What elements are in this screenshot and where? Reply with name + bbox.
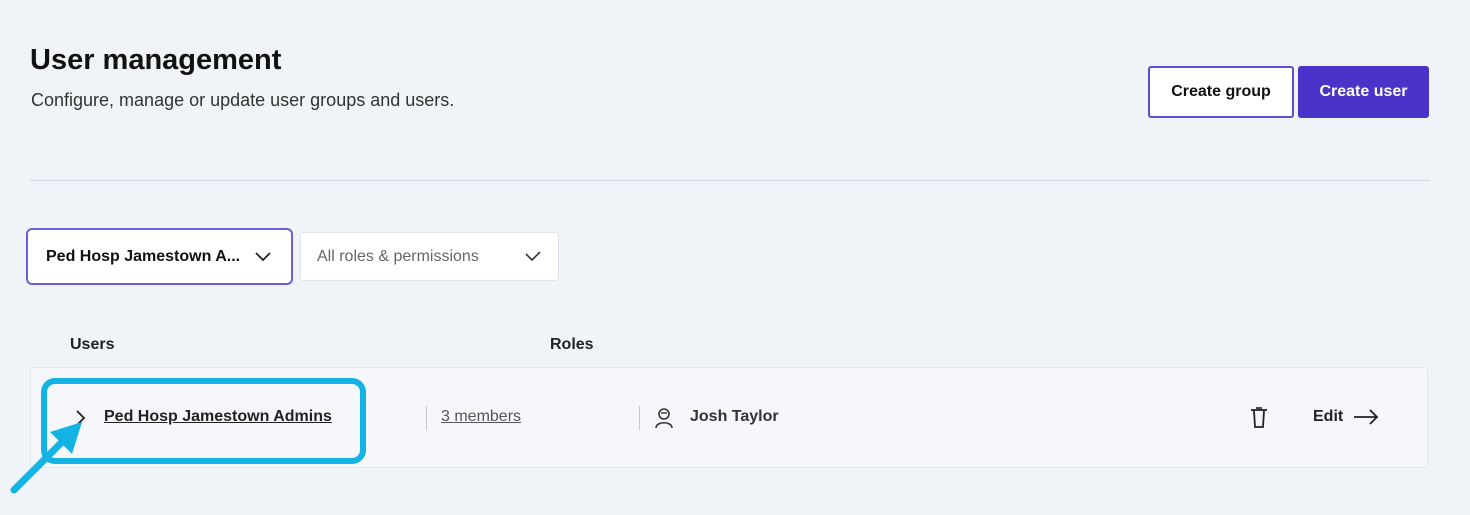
edit-label: Edit <box>1313 408 1344 425</box>
column-header-roles: Roles <box>550 336 594 353</box>
members-link[interactable]: 3 members <box>441 408 521 426</box>
chevron-right-icon[interactable] <box>75 409 87 427</box>
roles-filter-select[interactable]: All roles & permissions <box>300 232 559 281</box>
role-user-name: Josh Taylor <box>690 408 779 425</box>
column-separator <box>639 406 640 430</box>
roles-filter-value: All roles & permissions <box>317 247 479 265</box>
page-title: User management <box>30 44 282 76</box>
column-header-users: Users <box>70 336 115 353</box>
header-divider <box>30 180 1430 181</box>
user-badge-icon <box>654 407 674 429</box>
page-subtitle: Configure, manage or update user groups … <box>31 90 455 110</box>
create-group-button[interactable]: Create group <box>1148 66 1294 118</box>
edit-button[interactable]: Edit <box>1313 408 1379 426</box>
table-row: Ped Hosp Jamestown Admins 3 members Josh… <box>30 367 1428 468</box>
arrow-right-icon <box>1353 409 1379 425</box>
chevron-down-icon <box>524 250 542 263</box>
chevron-down-icon <box>255 251 271 262</box>
group-filter-select[interactable]: Ped Hosp Jamestown A... <box>26 228 293 285</box>
create-user-button[interactable]: Create user <box>1298 66 1429 118</box>
trash-icon[interactable] <box>1249 407 1269 429</box>
group-filter-value: Ped Hosp Jamestown A... <box>46 247 241 265</box>
group-name-link[interactable]: Ped Hosp Jamestown Admins <box>104 408 332 426</box>
column-separator <box>426 406 427 430</box>
